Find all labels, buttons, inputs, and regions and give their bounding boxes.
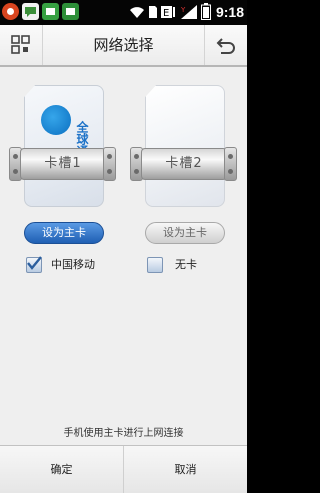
sim-card-1[interactable]: 全球通 [24,85,104,207]
sim-1-operator-label: 中国移动 [51,258,95,271]
title-bar: 网络选择 [0,25,247,67]
hint-text: 手机使用主卡进行上网连接 [63,428,184,439]
wifi-icon [129,6,144,18]
clock: 9:18 [215,3,244,20]
bottom-action-bar: 确定 取消 [0,445,247,493]
set-primary-button-1[interactable]: 设为主卡 [24,222,104,244]
back-button[interactable] [204,25,247,65]
confirm-button[interactable]: 确定 [0,446,124,493]
cmcc-store-icon [62,3,79,20]
slot-1-clip-right [103,147,116,181]
cmcc-store-icon [42,3,59,20]
svg-text:E: E [163,8,169,19]
main-content: 全球通 卡槽1 卡槽2 设为主卡 设为主卡 中国移动 无卡 手机使用主卡进行上网… [0,67,247,445]
status-bar: E Y 9:18 [0,0,247,25]
sim-card-2-body [145,85,225,207]
battery-icon [200,3,211,20]
notification-icons [2,3,79,20]
data-signal-icon: E [160,5,175,19]
notification-app-icon [2,3,19,20]
sim-2-operator-label: 无卡 [175,258,197,271]
sms-icon [22,3,39,20]
slot-1-band: 卡槽1 [20,148,106,180]
svg-text:Y: Y [180,6,186,14]
signal-icon: Y [180,4,197,19]
sim-1-checkbox[interactable] [26,256,42,273]
checkmark-icon [27,256,42,270]
sim-card-2[interactable] [145,85,225,207]
slot-1-label: 卡槽1 [44,156,82,171]
gotone-logo-icon [41,105,71,135]
page-title: 网络选择 [93,36,154,54]
sim-icon [148,5,157,18]
slot-2-band: 卡槽2 [141,148,227,180]
sim-2-checkbox[interactable] [147,257,163,273]
slot-2-clip-right [224,147,237,181]
menu-button[interactable] [0,25,43,65]
slot-2-label: 卡槽2 [165,156,203,171]
set-primary-button-2[interactable]: 设为主卡 [145,222,225,244]
sim-card-1-body [24,85,104,207]
back-arrow-icon [216,38,235,54]
system-icons: E Y 9:18 [129,3,244,20]
cancel-button[interactable]: 取消 [124,446,247,493]
grid-menu-icon [11,35,30,54]
